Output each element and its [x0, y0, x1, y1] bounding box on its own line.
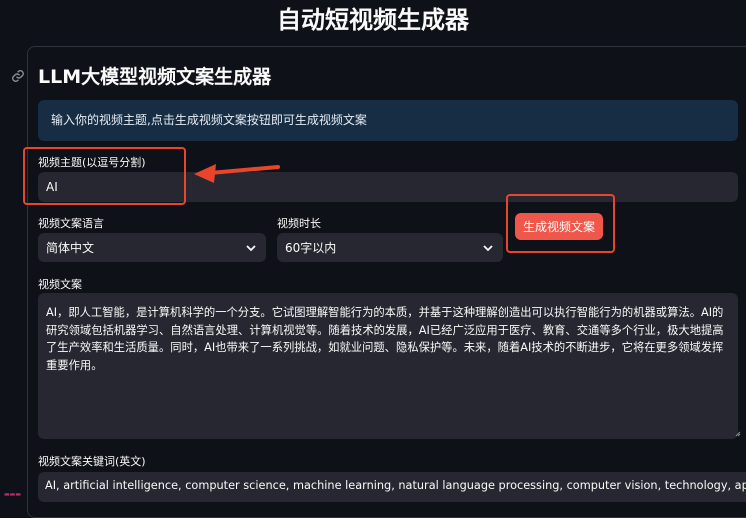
red-arrow-icon — [192, 162, 282, 186]
duration-label: 视频时长 — [277, 217, 321, 230]
chevron-down-icon — [246, 241, 256, 255]
annotation-highlight-topic — [23, 147, 186, 205]
generate-script-button[interactable]: 生成视频文案 — [515, 213, 603, 240]
keywords-label: 视频文案关键词(英文) — [38, 455, 146, 468]
language-label: 视频文案语言 — [38, 217, 104, 230]
chevron-down-icon — [483, 241, 493, 255]
corner-mark: ▬▬▬ — [4, 492, 22, 496]
keywords-input[interactable]: AI, artificial intelligence, computer sc… — [38, 472, 746, 502]
page-title: 自动短视频生成器 — [277, 6, 469, 34]
section-heading: LLM大模型视频文案生成器 — [38, 66, 272, 88]
language-select[interactable]: 简体中文 — [38, 233, 266, 262]
info-box: 输入你的视频主题,点击生成视频文案按钮即可生成视频文案 — [38, 100, 738, 141]
script-label: 视频文案 — [38, 278, 82, 291]
duration-select[interactable]: 60字以内 — [277, 233, 503, 262]
resize-handle[interactable] — [735, 422, 741, 437]
link-icon[interactable] — [8, 66, 28, 86]
script-textarea[interactable]: AI，即人工智能，是计算机科学的一个分支。它试图理解智能行为的本质，并基于这种理… — [38, 293, 738, 439]
duration-selected: 60字以内 — [285, 241, 337, 255]
language-selected: 简体中文 — [46, 241, 95, 255]
